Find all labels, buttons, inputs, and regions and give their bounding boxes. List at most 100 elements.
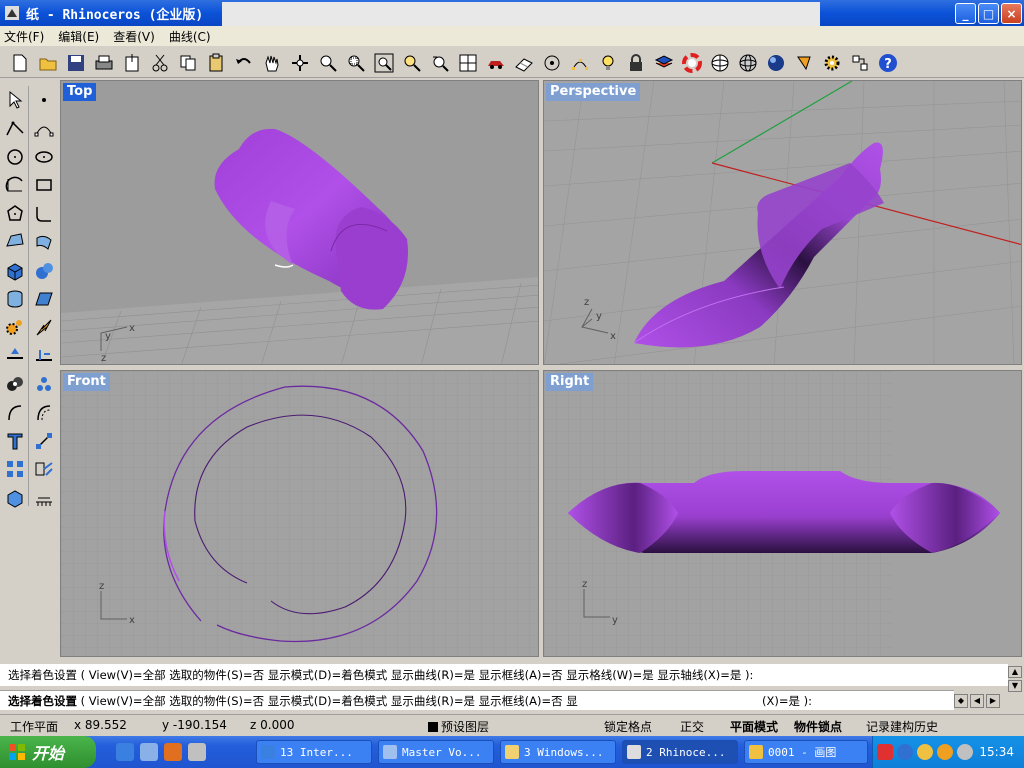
nav-updown-icon[interactable]: ◆ xyxy=(954,694,968,708)
scroll-down-icon[interactable]: ▼ xyxy=(1008,680,1022,692)
lock-icon[interactable] xyxy=(624,51,648,75)
point-icon[interactable] xyxy=(29,86,58,114)
loft-surface-icon[interactable] xyxy=(29,285,58,313)
polygon-icon[interactable] xyxy=(0,200,29,228)
tray-arrow-icon[interactable] xyxy=(897,744,913,760)
circle-icon[interactable] xyxy=(0,143,29,171)
viewport-top[interactable]: x y z Top xyxy=(60,80,539,365)
task-rhino[interactable]: 2 Rhinoce... xyxy=(622,740,738,764)
boolean-union-icon[interactable] xyxy=(0,370,29,398)
import-icon[interactable] xyxy=(120,51,144,75)
array-icon[interactable] xyxy=(0,455,29,483)
solid-sphere-icon[interactable] xyxy=(29,256,58,284)
shaded-sphere-icon[interactable] xyxy=(764,51,788,75)
menu-curve[interactable]: 曲线(C) xyxy=(169,28,211,45)
zoom-window-icon[interactable] xyxy=(344,51,368,75)
group-icon[interactable] xyxy=(29,370,58,398)
select-arrow-icon[interactable] xyxy=(0,86,29,114)
extend-curve-icon[interactable] xyxy=(0,398,29,426)
zoom-extents-icon[interactable] xyxy=(372,51,396,75)
minimize-button[interactable]: _ xyxy=(955,3,976,24)
make-2d-icon[interactable] xyxy=(29,483,58,511)
ie-icon[interactable] xyxy=(116,743,134,761)
scroll-up-icon[interactable]: ▲ xyxy=(1008,666,1022,678)
cylinder-icon[interactable] xyxy=(0,285,29,313)
task-windows[interactable]: 3 Windows... xyxy=(500,740,616,764)
undo-icon[interactable] xyxy=(232,51,256,75)
command-history-scroll[interactable]: ▲ ▼ xyxy=(1008,666,1022,692)
car-render-icon[interactable] xyxy=(484,51,508,75)
ellipse-icon[interactable] xyxy=(29,143,58,171)
rectangle-icon[interactable] xyxy=(29,171,58,199)
viewport-label-top[interactable]: Top xyxy=(63,83,97,101)
fillet-curve-icon[interactable] xyxy=(29,200,58,228)
ghosted-sphere-icon[interactable] xyxy=(736,51,760,75)
status-ortho[interactable]: 正交 xyxy=(680,718,704,735)
qq-icon[interactable] xyxy=(917,744,933,760)
media-icon[interactable] xyxy=(164,743,182,761)
task-internet[interactable]: 13 Inter... xyxy=(256,740,372,764)
volume-icon[interactable] xyxy=(957,744,973,760)
viewport-perspective[interactable]: z y x Perspective xyxy=(543,80,1022,365)
zoom-selected-icon[interactable] xyxy=(400,51,424,75)
viewport-front[interactable]: z x Front xyxy=(60,370,539,657)
curve-control-points-icon[interactable] xyxy=(29,114,58,142)
player-icon[interactable] xyxy=(188,743,206,761)
status-osnap[interactable]: 物件锁点 xyxy=(794,718,842,735)
wireframe-sphere-icon[interactable] xyxy=(708,51,732,75)
block-icon[interactable] xyxy=(0,483,29,511)
status-layer[interactable]: 预设图层 xyxy=(428,718,489,735)
dimension-icon[interactable] xyxy=(29,427,58,455)
desktop-icon[interactable] xyxy=(140,743,158,761)
pan-hand-icon[interactable] xyxy=(260,51,284,75)
status-planar[interactable]: 平面模式 xyxy=(730,718,778,735)
points-on-icon[interactable] xyxy=(568,51,592,75)
layers-icon[interactable] xyxy=(652,51,676,75)
surface-from-points-icon[interactable] xyxy=(0,228,29,256)
close-button[interactable]: × xyxy=(1001,3,1022,24)
status-grid-snap[interactable]: 锁定格点 xyxy=(604,718,652,735)
grid-plane-icon[interactable] xyxy=(512,51,536,75)
polyline-icon[interactable] xyxy=(0,114,29,142)
task-master[interactable]: Master Vo... xyxy=(378,740,494,764)
target-snap-icon[interactable] xyxy=(540,51,564,75)
command-prompt[interactable]: 选择着色设置 ( View(V)=全部 选取的物件(S)=否 显示模式(D)=着… xyxy=(0,690,954,710)
split-icon[interactable] xyxy=(0,342,29,370)
menu-view[interactable]: 查看(V) xyxy=(113,28,155,45)
nav-right-icon[interactable]: ▶ xyxy=(986,694,1000,708)
qq2-icon[interactable] xyxy=(937,744,953,760)
offset-curve-icon[interactable] xyxy=(29,398,58,426)
text-icon[interactable] xyxy=(0,427,29,455)
viewport-label-right[interactable]: Right xyxy=(546,373,594,391)
cut-icon[interactable] xyxy=(148,51,172,75)
transform-icon[interactable] xyxy=(29,455,58,483)
viewport-right[interactable]: z y Right xyxy=(543,370,1022,657)
menu-file[interactable]: 文件(F) xyxy=(4,28,44,45)
lightbulb-icon[interactable] xyxy=(596,51,620,75)
rotate-view-icon[interactable] xyxy=(288,51,312,75)
viewport-label-front[interactable]: Front xyxy=(63,373,110,391)
copy-icon[interactable] xyxy=(176,51,200,75)
command-prompt-options[interactable]: ( View(V)=全部 选取的物件(S)=否 显示模式(D)=着色模式 显示曲… xyxy=(77,694,578,708)
mesh-tools-icon[interactable] xyxy=(0,313,29,341)
object-properties-icon[interactable] xyxy=(848,51,872,75)
print-icon[interactable] xyxy=(92,51,116,75)
paste-icon[interactable] xyxy=(204,51,228,75)
render-spotlight-icon[interactable] xyxy=(792,51,816,75)
solid-box-icon[interactable] xyxy=(0,256,29,284)
undo-view-icon[interactable] xyxy=(428,51,452,75)
new-file-icon[interactable] xyxy=(8,51,32,75)
nav-left-icon[interactable]: ◀ xyxy=(970,694,984,708)
save-icon[interactable] xyxy=(64,51,88,75)
color-wheel-icon[interactable] xyxy=(680,51,704,75)
render-lightning-icon[interactable] xyxy=(29,313,58,341)
zoom-icon[interactable] xyxy=(316,51,340,75)
maximize-button[interactable]: □ xyxy=(978,3,999,24)
four-viewports-icon[interactable] xyxy=(456,51,480,75)
options-gear-icon[interactable] xyxy=(820,51,844,75)
task-paint[interactable]: 0001 - 画图 xyxy=(744,740,868,764)
start-button[interactable]: 开始 xyxy=(0,736,96,768)
status-history[interactable]: 记录建构历史 xyxy=(866,718,938,735)
open-folder-icon[interactable] xyxy=(36,51,60,75)
help-icon[interactable]: ? xyxy=(876,51,900,75)
